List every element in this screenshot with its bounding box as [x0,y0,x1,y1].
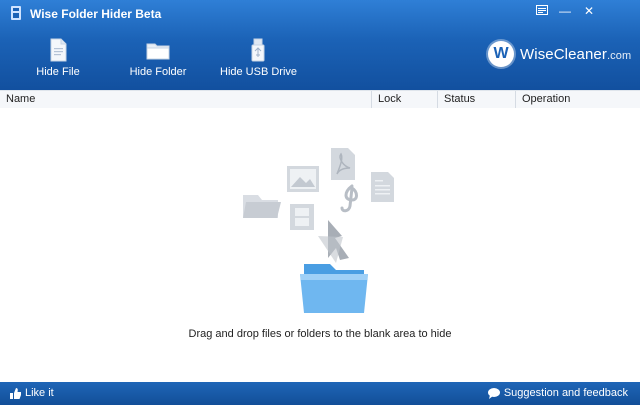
wisecleaner-brand-link[interactable]: W WiseCleaner.com [488,40,631,68]
list-header: Name Lock Status Operation [0,90,640,109]
suggestion-feedback-link[interactable]: Suggestion and feedback [487,387,628,399]
close-icon: ✕ [583,4,595,18]
header: Wise Folder Hider Beta — ✕ Hide File Hid… [0,0,640,90]
hide-usb-drive-label: Hide USB Drive [220,66,298,78]
window-title: Wise Folder Hider Beta [30,7,162,21]
folder-icon [146,43,170,60]
down-arrow-icon [318,220,349,263]
title-bar[interactable]: Wise Folder Hider Beta — ✕ [0,0,640,26]
column-operation[interactable]: Operation [516,91,640,108]
usb-drive-icon [251,38,265,62]
brand-name: WiseCleaner [520,45,607,63]
music-icon [340,184,358,213]
thumbs-up-icon [10,387,21,399]
column-status[interactable]: Status [438,91,516,108]
brand-text: WiseCleaner.com [520,46,631,63]
drop-area[interactable]: Drag and drop files or folders to the bl… [0,108,640,382]
app-window: Wise Folder Hider Beta — ✕ Hide File Hid… [0,0,640,405]
column-name[interactable]: Name [0,91,372,108]
drop-illustration [243,148,394,313]
minimize-icon: — [559,4,571,18]
like-it-label: Like it [25,387,54,399]
hide-folder-label: Hide Folder [129,66,187,78]
minimize-button[interactable]: — [556,4,574,18]
like-it-link[interactable]: Like it [10,387,54,399]
speech-bubble-icon [487,387,500,399]
folder-icon [243,195,281,218]
drop-hint-text: Drag and drop files or folders to the bl… [188,328,452,340]
brand-domain: .com [606,49,632,62]
hide-folder-button[interactable]: Hide Folder [127,38,189,84]
app-logo-icon [11,6,21,20]
image-icon [287,166,319,192]
wisecleaner-logo-icon: W [488,41,514,67]
document-icon [371,172,394,202]
blue-folder-icon [300,264,368,313]
hide-file-button[interactable]: Hide File [30,38,86,84]
footer-bar: Like it Suggestion and feedback [0,382,640,405]
hide-usb-drive-button[interactable]: Hide USB Drive [220,38,298,84]
pdf-icon [331,148,355,180]
close-button[interactable]: ✕ [580,4,598,18]
hide-file-label: Hide File [36,66,80,78]
column-lock[interactable]: Lock [372,91,438,108]
menu-button[interactable] [533,4,551,18]
menu-icon [536,5,548,15]
suggestion-feedback-label: Suggestion and feedback [503,387,628,399]
file-icon [50,38,67,62]
film-icon [290,204,314,230]
